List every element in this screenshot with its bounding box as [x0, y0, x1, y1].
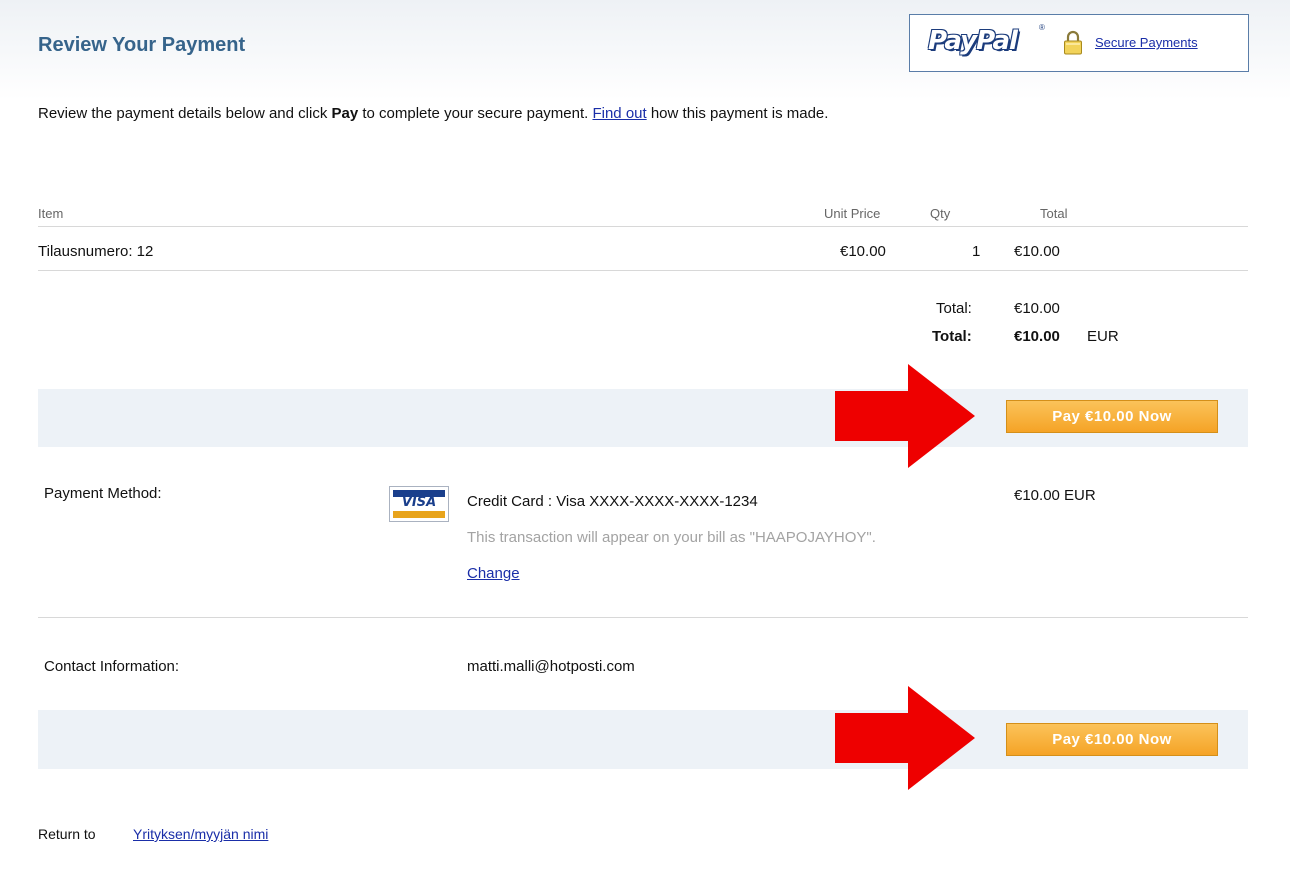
- visa-card-icon: VISA: [389, 486, 449, 522]
- lock-icon: [1064, 30, 1082, 55]
- page-title: Review Your Payment: [38, 34, 246, 56]
- secure-payments-box: PayPal ® Secure Payments: [909, 14, 1249, 72]
- col-header-total: Total: [1040, 206, 1068, 221]
- pay-now-button-top[interactable]: Pay €10.00 Now: [1006, 400, 1218, 433]
- col-header-qty: Qty: [930, 206, 951, 221]
- find-out-link[interactable]: Find out: [592, 105, 646, 122]
- arrow-right-icon: [835, 686, 975, 790]
- arrow-right-icon: [835, 364, 975, 468]
- change-payment-link[interactable]: Change: [467, 565, 520, 582]
- intro-bold-pay: Pay: [331, 105, 359, 122]
- contact-information-label: Contact Information:: [44, 658, 180, 675]
- intro-text-part: to complete your secure payment.: [358, 105, 593, 122]
- intro-text: Review the payment details below and cli…: [38, 105, 888, 123]
- intro-text-part: Review the payment details below and cli…: [38, 105, 332, 122]
- payment-method-label: Payment Method:: [44, 485, 162, 502]
- intro-text-part: how this payment is made.: [646, 105, 829, 122]
- col-header-unit-price: Unit Price: [824, 206, 881, 221]
- row-unit-price: €10.00: [840, 243, 886, 260]
- divider: [38, 270, 1248, 271]
- billing-descriptor-note: This transaction will appear on your bil…: [467, 529, 876, 546]
- divider: [38, 226, 1248, 227]
- card-details: Credit Card : Visa XXXX-XXXX-XXXX-1234: [467, 493, 758, 510]
- grand-total-label: Total:: [932, 328, 972, 345]
- payment-amount: €10.00 EUR: [1014, 487, 1096, 504]
- divider: [38, 617, 1248, 618]
- subtotal-label: Total:: [936, 300, 972, 317]
- row-item: Tilausnumero: 12: [38, 243, 154, 260]
- row-qty: 1: [972, 243, 981, 260]
- subtotal-value: €10.00: [1014, 300, 1060, 317]
- visa-card-brand: VISA: [401, 495, 437, 510]
- merchant-return-link[interactable]: Yrityksen/myyjän nimi: [133, 826, 268, 842]
- grand-total-currency: EUR: [1087, 328, 1119, 345]
- pay-now-button-bottom[interactable]: Pay €10.00 Now: [1006, 723, 1218, 756]
- grand-total-value: €10.00: [1014, 328, 1060, 345]
- return-to-text: Return to: [38, 826, 96, 842]
- paypal-trademark: ®: [1039, 23, 1045, 32]
- paypal-logo: PayPal: [928, 26, 1018, 56]
- visa-card-stripe: [393, 511, 445, 518]
- contact-email: matti.malli@hotposti.com: [467, 658, 635, 675]
- secure-payments-link[interactable]: Secure Payments: [1095, 35, 1198, 50]
- row-total: €10.00: [1014, 243, 1060, 260]
- col-header-item: Item: [38, 206, 64, 221]
